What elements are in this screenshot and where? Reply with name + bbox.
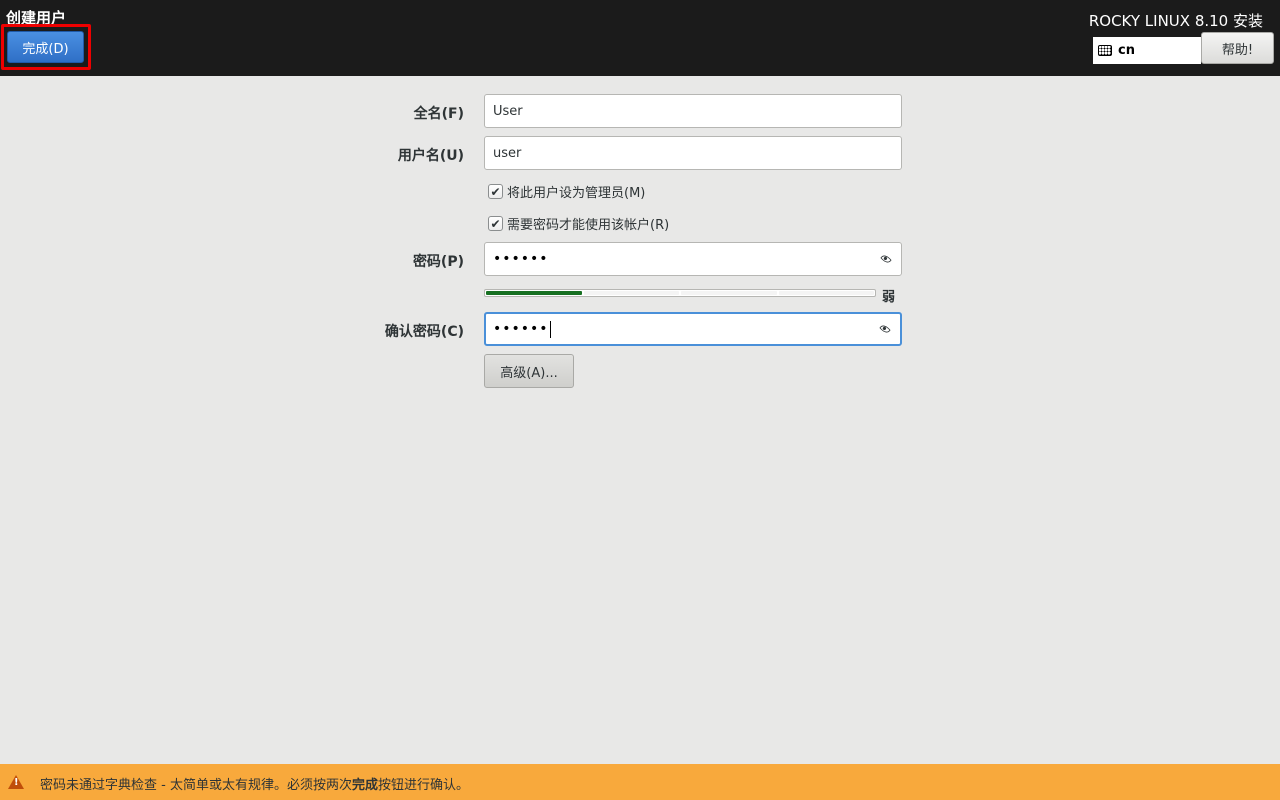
password-strength-label: 弱 bbox=[882, 290, 896, 305]
require-password-checkbox[interactable]: ✔ bbox=[488, 216, 503, 231]
confirm-password-value: •••••• bbox=[493, 321, 549, 337]
password-strength-bar bbox=[484, 289, 876, 297]
require-password-checkbox-row[interactable]: ✔ 需要密码才能使用该帐户(R) bbox=[488, 214, 669, 233]
keyboard-icon bbox=[1098, 45, 1112, 56]
password-input[interactable]: •••••• bbox=[484, 242, 902, 276]
username-value: user bbox=[493, 145, 522, 161]
show-confirm-password-eye-icon[interactable] bbox=[879, 323, 891, 335]
page-title: 创建用户 bbox=[6, 9, 67, 25]
username-input[interactable]: user bbox=[484, 136, 902, 170]
password-label: 密码(P) bbox=[412, 254, 464, 270]
fullname-input[interactable]: User bbox=[484, 94, 902, 128]
admin-checkbox-row[interactable]: ✔ 将此用户设为管理员(M) bbox=[488, 182, 645, 201]
text-caret bbox=[549, 320, 551, 338]
warning-text-after: 按钮进行确认。 bbox=[377, 778, 469, 793]
warning-bar[interactable]: 密码未通过字典检查 - 太简单或太有规律。必须按两次完成按钮进行确认。 bbox=[0, 764, 1280, 800]
done-button[interactable]: 完成(D) bbox=[7, 31, 84, 63]
admin-checkbox-label: 将此用户设为管理员(M) bbox=[507, 186, 646, 201]
confirm-password-input[interactable]: •••••• bbox=[484, 312, 902, 346]
fullname-label: 全名(F) bbox=[413, 106, 464, 122]
help-button[interactable]: 帮助! bbox=[1201, 32, 1274, 64]
warning-text-bold: 完成 bbox=[351, 778, 378, 793]
keyboard-layout-label: cn bbox=[1118, 43, 1135, 58]
strength-segment bbox=[583, 291, 679, 295]
strength-segment bbox=[681, 291, 777, 295]
warning-message: 密码未通过字典检查 - 太简单或太有规律。必须按两次完成按钮进行确认。 bbox=[40, 774, 469, 793]
username-label: 用户名(U) bbox=[397, 148, 464, 164]
show-password-eye-icon[interactable] bbox=[880, 253, 892, 265]
fullname-value: User bbox=[493, 103, 523, 119]
strength-segment bbox=[486, 291, 582, 295]
password-value: •••••• bbox=[493, 251, 549, 267]
warning-icon bbox=[8, 775, 24, 789]
warning-text-before: 密码未通过字典检查 - 太简单或太有规律。必须按两次 bbox=[40, 778, 352, 793]
confirm-password-label: 确认密码(C) bbox=[384, 324, 464, 340]
keyboard-layout-indicator[interactable]: cn bbox=[1093, 37, 1201, 64]
advanced-button[interactable]: 高级(A)... bbox=[484, 354, 574, 388]
header-bar: 创建用户 完成(D) ROCKY LINUX 8.10 安装 cn 帮助! bbox=[0, 0, 1280, 76]
require-password-checkbox-label: 需要密码才能使用该帐户(R) bbox=[507, 218, 670, 233]
product-title: ROCKY LINUX 8.10 安装 bbox=[1088, 12, 1263, 30]
strength-segment bbox=[778, 291, 874, 295]
admin-checkbox[interactable]: ✔ bbox=[488, 184, 503, 199]
